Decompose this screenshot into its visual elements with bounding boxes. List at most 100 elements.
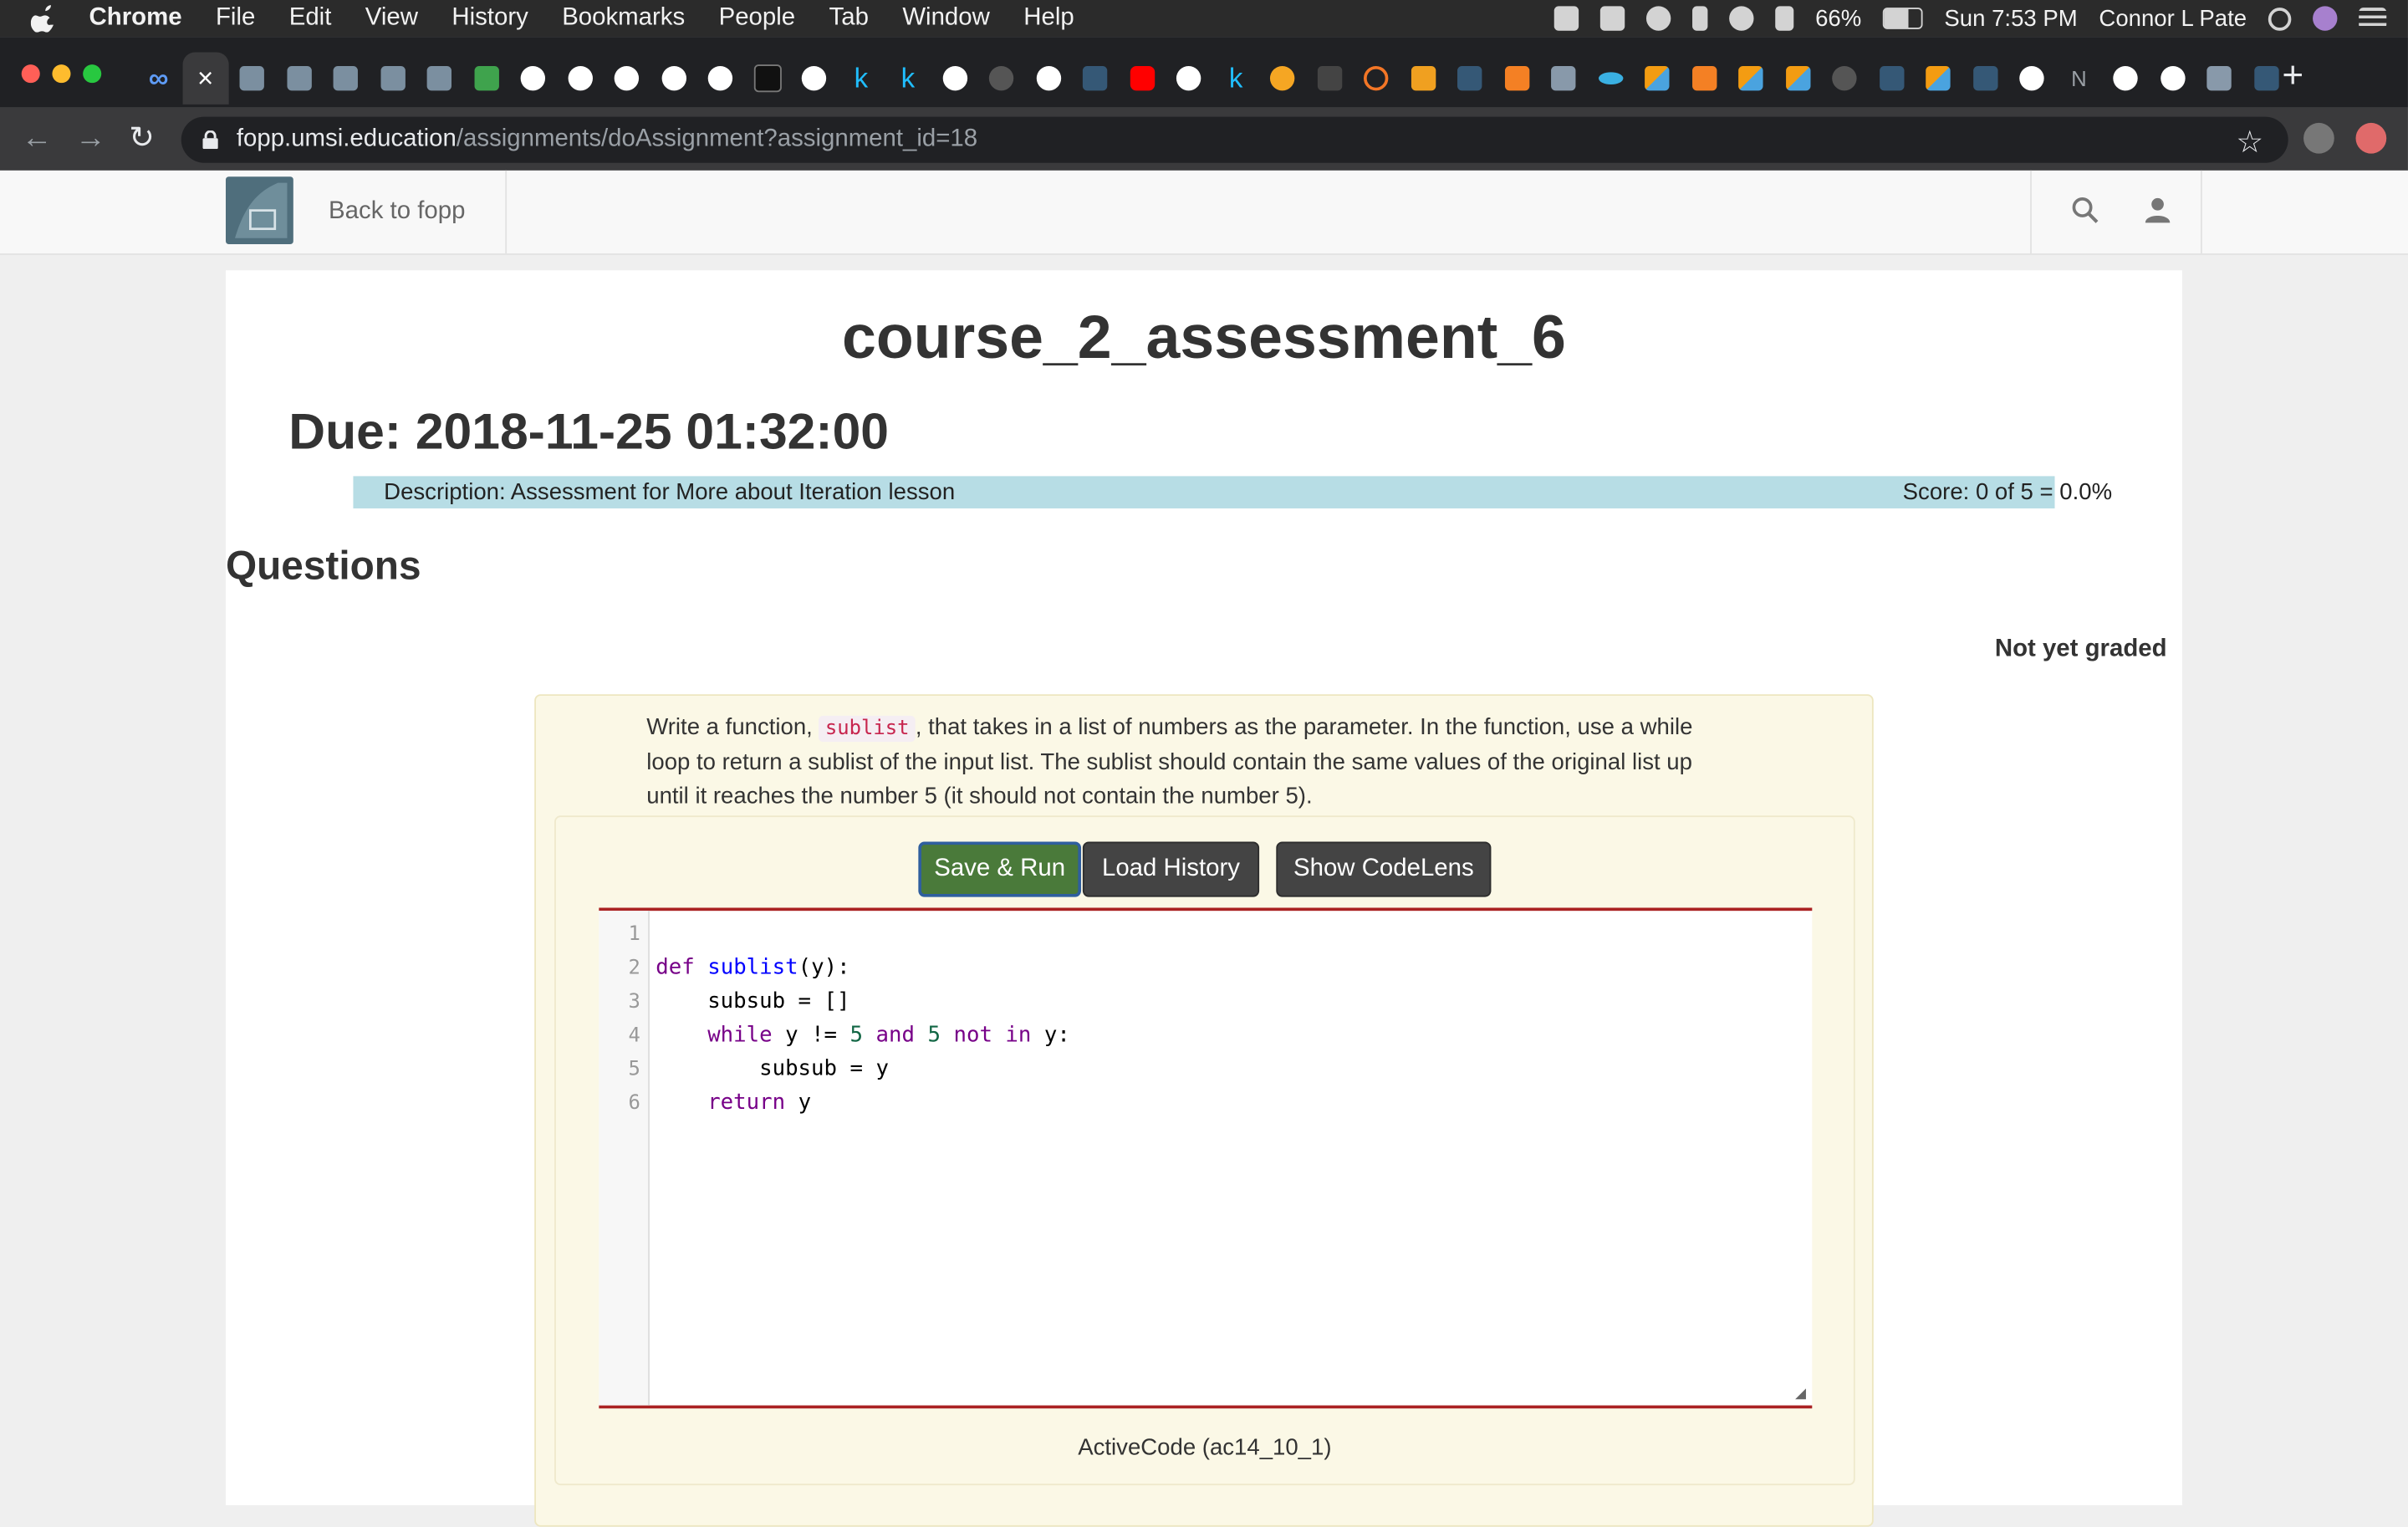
volume-icon[interactable] [1775, 6, 1794, 31]
github-icon [802, 65, 827, 91]
code-line-2[interactable]: def sublist(y): [656, 955, 849, 979]
tab-stackoverflow-1[interactable] [1493, 52, 1540, 104]
tab-text-n[interactable]: N [2055, 52, 2102, 104]
tab-globe-2[interactable] [1821, 52, 1868, 104]
show-codelens-button[interactable]: Show CodeLens [1276, 841, 1492, 897]
search-icon[interactable] [2072, 197, 2099, 224]
forward-arrow-icon[interactable]: → [75, 123, 106, 154]
tab-jupyter[interactable] [1353, 52, 1400, 104]
back-arrow-icon[interactable]: ← [22, 123, 53, 154]
code-line-3[interactable]: subsub = [] [656, 989, 849, 1014]
menu-people[interactable]: People [719, 5, 796, 33]
bookmark-star-icon[interactable]: ☆ [2236, 123, 2263, 161]
tab-square[interactable] [744, 52, 791, 104]
url-text[interactable]: fopp.umsi.education/assignments/doAssign… [237, 126, 977, 154]
tab-orange-1[interactable] [1634, 52, 1681, 104]
menu-tab[interactable]: Tab [829, 5, 869, 33]
tab-tds-1[interactable] [1072, 52, 1119, 104]
html5-icon[interactable] [1599, 6, 1625, 31]
tab-medium-3[interactable] [2102, 52, 2149, 104]
tab-orange-3[interactable] [1774, 52, 1821, 104]
tab-github-6[interactable] [791, 52, 838, 104]
code-editor[interactable]: 1 2 3 4 5 6 def sublist(y): subsub = [] … [599, 907, 1813, 1409]
github-icon [2019, 65, 2045, 91]
tab-tds-4[interactable] [1962, 52, 2008, 104]
bluetooth-icon[interactable] [1692, 6, 1708, 31]
minimize-window-icon[interactable] [52, 64, 71, 84]
user-icon[interactable] [2144, 197, 2171, 224]
battery-icon[interactable] [1882, 8, 1923, 29]
lock-icon [202, 130, 218, 150]
reload-icon[interactable]: ↻ [129, 123, 155, 154]
tab-book-orange[interactable] [1400, 52, 1446, 104]
navbar-divider [2030, 170, 2032, 254]
menu-history[interactable]: History [452, 5, 528, 33]
tab-infinity[interactable]: ∞ [135, 52, 182, 104]
tab-k-2[interactable]: k [885, 52, 931, 104]
extension-red-icon[interactable] [2355, 122, 2387, 154]
tab-cc[interactable] [1259, 52, 1306, 104]
code-line-5[interactable]: subsub = y [656, 1057, 889, 1081]
address-bar[interactable]: fopp.umsi.education/assignments/doAssign… [181, 116, 2288, 163]
tab-github-2[interactable] [557, 52, 604, 104]
menu-user[interactable]: Connor L Pate [2099, 5, 2247, 31]
close-tab-icon[interactable]: × [197, 64, 213, 92]
tab-github-5[interactable] [697, 52, 744, 104]
wifi-icon[interactable] [1729, 6, 1754, 31]
menu-app-name[interactable]: Chrome [89, 5, 182, 33]
menu-file[interactable]: File [216, 5, 255, 33]
tab-k-3[interactable]: k [1212, 52, 1259, 104]
tab-github-8[interactable] [2008, 52, 2055, 104]
spotlight-search-icon[interactable] [2268, 7, 2292, 30]
tab-medium-2[interactable] [1166, 52, 1212, 104]
menu-help[interactable]: Help [1023, 5, 1074, 33]
code-keyword: not [953, 1023, 992, 1048]
tab-person-1[interactable] [1540, 52, 1587, 104]
tab-stripes[interactable] [1306, 52, 1353, 104]
apple-icon[interactable] [30, 5, 59, 33]
save-and-run-button[interactable]: Save & Run [918, 841, 1082, 897]
new-tab-button[interactable]: + [2282, 58, 2303, 95]
tab-globe-1[interactable] [978, 52, 1025, 104]
bolt-icon[interactable] [1553, 6, 1579, 31]
tab-fopp-3[interactable] [323, 52, 370, 104]
editor-resize-handle[interactable] [1795, 1388, 1806, 1400]
tab-fopp-1[interactable] [229, 52, 276, 104]
zoom-window-icon[interactable] [83, 64, 102, 84]
menu-view[interactable]: View [365, 5, 418, 33]
menu-clock[interactable]: Sun 7:53 PM [1944, 5, 2077, 31]
code-line-6[interactable]: return y [656, 1090, 811, 1115]
tab-orange-4[interactable] [1915, 52, 1962, 104]
tab-orange-2[interactable] [1727, 52, 1774, 104]
time-machine-icon[interactable] [1646, 6, 1671, 31]
tab-tds-3[interactable] [1868, 52, 1915, 104]
tab-fish[interactable] [1587, 52, 1634, 104]
notification-center-icon[interactable] [2359, 8, 2387, 29]
load-history-button[interactable]: Load History [1082, 841, 1260, 897]
tab-github-7[interactable] [931, 52, 978, 104]
menu-bookmarks[interactable]: Bookmarks [562, 5, 685, 33]
tab-fopp-5[interactable] [416, 52, 463, 104]
siri-icon[interactable] [2313, 6, 2338, 31]
tab-tds-2[interactable] [1446, 52, 1493, 104]
tab-medium-4[interactable] [2149, 52, 2196, 104]
tab-k-1[interactable]: k [838, 52, 885, 104]
tab-fopp-2[interactable] [276, 52, 323, 104]
tab-github-3[interactable] [604, 52, 650, 104]
fopp-logo[interactable] [225, 176, 293, 245]
tab-github-4[interactable] [650, 52, 697, 104]
tab-green[interactable] [463, 52, 510, 104]
close-window-icon[interactable] [21, 64, 40, 84]
menu-window[interactable]: Window [902, 5, 990, 33]
tab-medium-1[interactable] [1025, 52, 1072, 104]
tab-person-2[interactable] [2196, 52, 2242, 104]
menu-edit[interactable]: Edit [289, 5, 332, 33]
tab-fopp-4[interactable] [370, 52, 416, 104]
tab-stackoverflow-2[interactable] [1681, 52, 1727, 104]
code-line-4[interactable]: while y != 5 and 5 not in y: [656, 1023, 1070, 1047]
back-to-fopp-link[interactable]: Back to fopp [329, 198, 465, 226]
tab-youtube[interactable] [1119, 52, 1166, 104]
tab-github-1[interactable] [510, 52, 557, 104]
extension-avatar-icon[interactable] [2303, 122, 2334, 154]
tab-active[interactable]: × [181, 52, 229, 105]
